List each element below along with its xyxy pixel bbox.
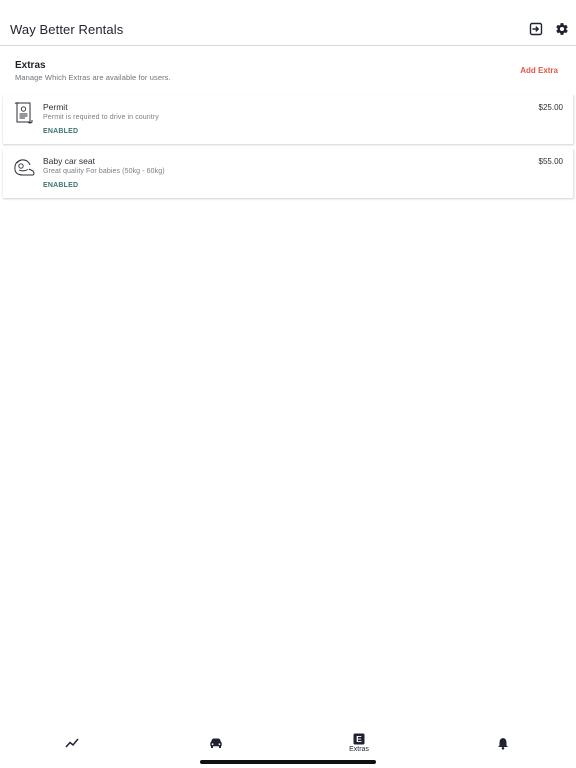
tab-notifications[interactable] bbox=[463, 737, 543, 765]
tab-analytics[interactable] bbox=[32, 737, 112, 765]
app-title: Way Better Rentals bbox=[10, 22, 124, 37]
item-price: $25.00 bbox=[538, 103, 563, 112]
status-badge: ENABLED bbox=[43, 182, 79, 189]
logout-icon[interactable] bbox=[528, 21, 544, 37]
list-item[interactable]: Permit Permit is required to drive in co… bbox=[3, 95, 574, 144]
item-price: $55.00 bbox=[538, 157, 563, 166]
item-description: Permit is required to drive in country bbox=[43, 114, 159, 121]
add-extra-button[interactable]: Add Extra bbox=[520, 66, 558, 75]
app-bar: Way Better Rentals bbox=[0, 0, 576, 46]
item-name: Baby car seat bbox=[43, 156, 95, 166]
item-description: Great quality For babies (50kg - 60kg) bbox=[43, 168, 165, 175]
tab-extras[interactable]: E Extras bbox=[319, 733, 399, 761]
list-item[interactable]: Baby car seat Great quality For babies (… bbox=[3, 149, 574, 198]
svg-text:E: E bbox=[356, 734, 362, 744]
chart-icon bbox=[65, 738, 79, 748]
section-subtitle: Manage Which Extras are available for us… bbox=[15, 73, 171, 82]
baby-car-seat-icon bbox=[11, 154, 37, 180]
section-title: Extras bbox=[15, 60, 46, 71]
home-indicator bbox=[200, 760, 376, 764]
bell-icon bbox=[498, 738, 508, 750]
car-icon bbox=[210, 738, 222, 748]
permit-document-icon bbox=[11, 100, 37, 126]
extras-list: Permit Permit is required to drive in co… bbox=[3, 95, 574, 203]
item-name: Permit bbox=[43, 102, 68, 112]
status-badge: ENABLED bbox=[43, 128, 79, 135]
gear-icon[interactable] bbox=[554, 21, 570, 37]
tab-extras-label: Extras bbox=[349, 746, 369, 753]
extras-icon: E bbox=[353, 733, 365, 745]
